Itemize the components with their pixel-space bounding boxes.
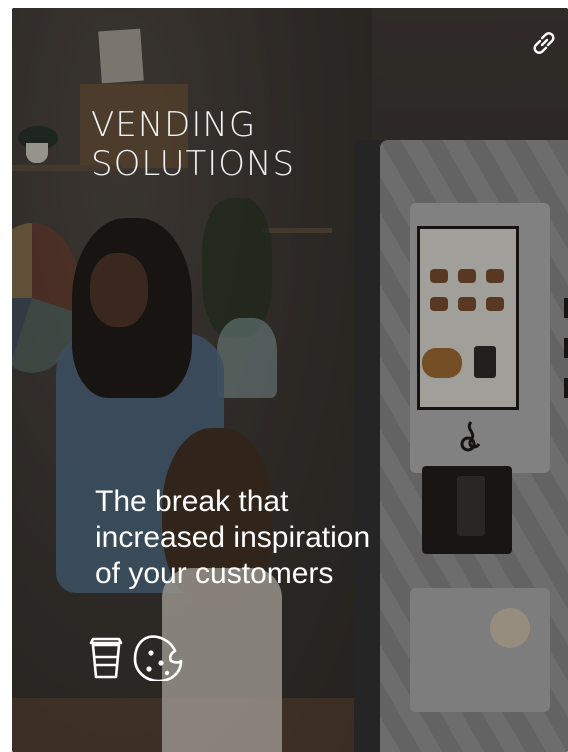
card-icons bbox=[89, 635, 183, 681]
tagline-line: increased inspiration bbox=[95, 521, 371, 554]
card-title-line: SOLUTIONS bbox=[91, 144, 296, 184]
link-icon bbox=[533, 32, 555, 54]
vending-solutions-card[interactable]: VENDING SOLUTIONS The break that increas… bbox=[12, 8, 568, 752]
tagline-line: of your customers bbox=[95, 557, 334, 590]
card-tagline: The break that increased inspiration of … bbox=[95, 484, 425, 592]
card-title: VENDING SOLUTIONS bbox=[91, 106, 295, 184]
cookie-icon bbox=[133, 635, 183, 681]
link-button[interactable] bbox=[527, 26, 561, 60]
card-title-line: VENDING bbox=[91, 105, 257, 145]
tagline-line: The break that bbox=[95, 485, 289, 518]
coffee-cup-icon bbox=[89, 637, 123, 679]
